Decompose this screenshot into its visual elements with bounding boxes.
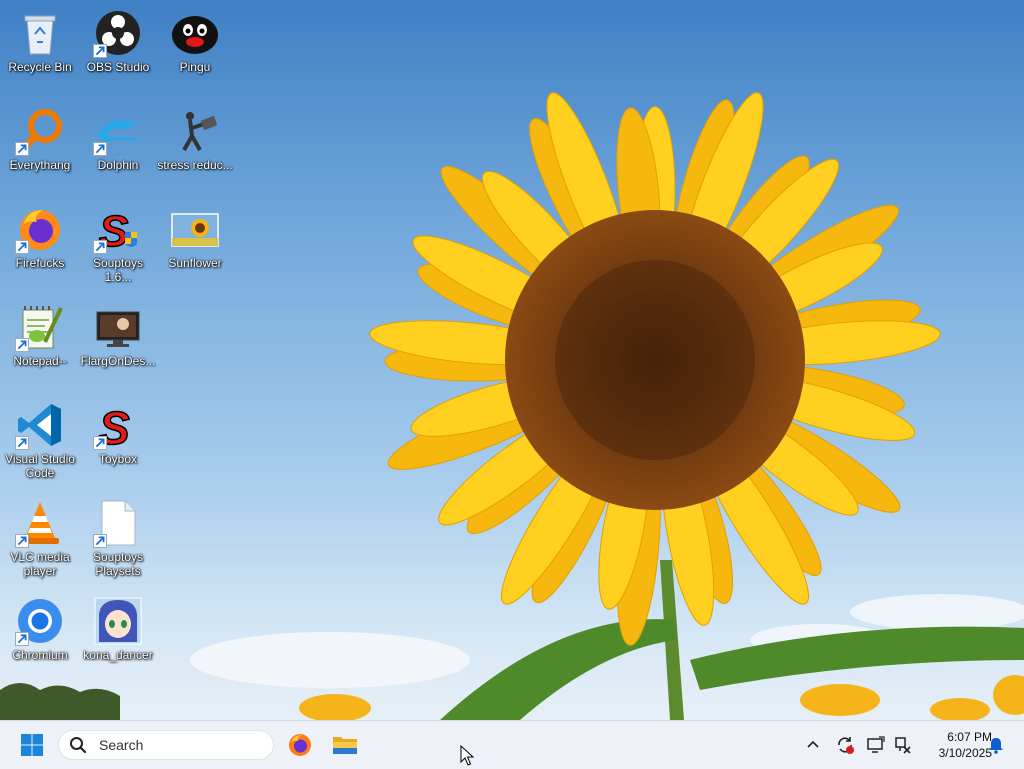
- desktop-icon-stress-reducer[interactable]: stress reduc...: [155, 98, 235, 188]
- start-button[interactable]: [16, 729, 48, 761]
- desktop-icon-label: Souptoys 1.6...: [92, 256, 144, 284]
- shortcut-arrow-icon: [93, 534, 107, 548]
- taskbar: Search 6:07 PM 3/10/2025: [0, 720, 1024, 769]
- file-explorer-icon: [333, 737, 357, 754]
- recycle-bin-icon: [15, 8, 65, 58]
- desktop-icon-everythang[interactable]: Everythang: [0, 98, 80, 188]
- sunflower-image-icon: [170, 204, 220, 254]
- desktop-icon-souptoys[interactable]: S Souptoys 1.6...: [78, 196, 158, 286]
- search-placeholder: Search: [99, 737, 144, 753]
- desktop-icon-label: Dolphin: [97, 158, 139, 172]
- stress-reducer-icon: [170, 106, 220, 156]
- kona-dancer-icon: [93, 596, 143, 646]
- souptoys-icon: S: [93, 204, 143, 254]
- desktop-icon-label: Visual Studio Code: [5, 452, 75, 480]
- desktop-icon-label: Sunflower: [168, 256, 222, 270]
- display-icon: [867, 736, 885, 753]
- desktop-icon-label: stress reduc...: [157, 158, 233, 172]
- search-icon: [70, 737, 87, 754]
- taskbar-firefox-button[interactable]: [284, 729, 316, 761]
- notification-center-button[interactable]: [986, 735, 1006, 755]
- shortcut-arrow-icon: [93, 44, 107, 58]
- tray-display-button[interactable]: [866, 735, 886, 755]
- desktop-icon-label: Firefucks: [15, 256, 65, 270]
- desktop-icon-sunflower[interactable]: Sunflower: [155, 196, 235, 286]
- desktop-icon-notepad[interactable]: Notepad--: [0, 294, 80, 384]
- desktop-icon-chromium[interactable]: Chromium: [0, 588, 80, 678]
- shortcut-arrow-icon: [93, 240, 107, 254]
- desktop-icon-label: Souptoys Playsets: [92, 550, 144, 578]
- shortcut-arrow-icon: [15, 534, 29, 548]
- desktop-icon-kona-dancer[interactable]: kona_dancer: [78, 588, 158, 678]
- notification-icon: [989, 738, 1003, 754]
- desktop-icon-obs-studio[interactable]: OBS Studio: [78, 0, 158, 90]
- shortcut-arrow-icon: [93, 142, 107, 156]
- desktop: Recycle Bin OBS Studio Pingu Everythang …: [0, 0, 1024, 720]
- desktop-icon-label: FlargOnDes...: [80, 354, 156, 368]
- shortcut-arrow-icon: [15, 338, 29, 352]
- flarg-icon: [93, 302, 143, 352]
- clock-time: 6:07 PM: [947, 730, 992, 744]
- desktop-icon-firefucks[interactable]: Firefucks: [0, 196, 80, 286]
- system-clock[interactable]: 6:07 PM 3/10/2025: [918, 729, 992, 761]
- mouse-cursor-icon: [460, 745, 474, 766]
- vscode-icon: [15, 400, 65, 450]
- desktop-icon-label: Recycle Bin: [8, 60, 72, 74]
- network-icon: [895, 737, 911, 754]
- obs-icon: [93, 8, 143, 58]
- desktop-icon-label: VLC media player: [10, 550, 70, 578]
- chromium-icon: [15, 596, 65, 646]
- desktop-icon-pingu[interactable]: Pingu: [155, 0, 235, 90]
- shortcut-arrow-icon: [15, 436, 29, 450]
- desktop-icon-label: OBS Studio: [86, 60, 150, 74]
- desktop-icon-vscode[interactable]: Visual Studio Code: [0, 392, 80, 482]
- desktop-icon-label: Everythang: [9, 158, 71, 172]
- desktop-icon-recycle-bin[interactable]: Recycle Bin: [0, 0, 80, 90]
- tray-update-button[interactable]: [835, 735, 855, 755]
- desktop-icon-dolphin[interactable]: Dolphin: [78, 98, 158, 188]
- toybox-icon: S: [93, 400, 143, 450]
- chevron-up-icon: [807, 740, 819, 748]
- vlc-icon: [15, 498, 65, 548]
- desktop-icon-label: Chromium: [12, 648, 68, 662]
- taskbar-search-box[interactable]: Search: [58, 730, 274, 760]
- taskbar-file-explorer-button[interactable]: [329, 729, 361, 761]
- show-hidden-icons-button[interactable]: [803, 735, 823, 755]
- shortcut-arrow-icon: [15, 142, 29, 156]
- shortcut-arrow-icon: [15, 240, 29, 254]
- tray-network-button[interactable]: [892, 735, 912, 755]
- desktop-icon-label: Pingu: [179, 60, 211, 74]
- update-icon: [838, 737, 854, 754]
- shortcut-arrow-icon: [15, 632, 29, 646]
- desktop-icon-souptoys-playsets[interactable]: Souptoys Playsets: [78, 490, 158, 580]
- desktop-icon-flargondesktop[interactable]: FlargOnDes...: [78, 294, 158, 384]
- start-icon: [21, 734, 43, 756]
- pingu-icon: [170, 8, 220, 58]
- notepad-icon: [15, 302, 65, 352]
- desktop-icon-label: kona_dancer: [83, 648, 153, 662]
- desktop-icon-vlc[interactable]: VLC media player: [0, 490, 80, 580]
- desktop-icon-label: Toybox: [98, 452, 138, 466]
- clock-date: 3/10/2025: [938, 746, 992, 760]
- desktop-icon-label: Notepad--: [13, 354, 67, 368]
- dolphin-icon: [93, 106, 143, 156]
- document-icon: [93, 498, 143, 548]
- desktop-icon-toybox[interactable]: S Toybox: [78, 392, 158, 482]
- shortcut-arrow-icon: [93, 436, 107, 450]
- firefox-icon: [289, 734, 311, 756]
- firefox-icon: [15, 204, 65, 254]
- everything-search-icon: [15, 106, 65, 156]
